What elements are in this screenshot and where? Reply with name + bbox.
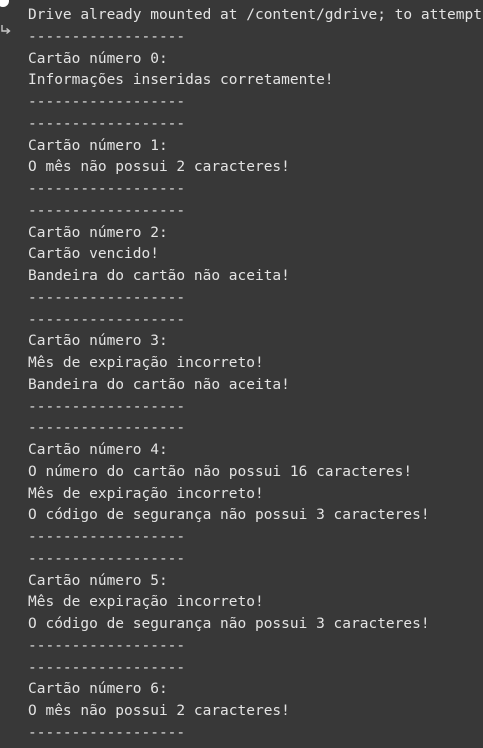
output-line: ------------------ xyxy=(28,550,186,567)
cell-output-area: Drive already mounted at /content/gdrive… xyxy=(0,0,483,748)
output-line: ------------------ xyxy=(28,529,186,545)
output-line: O código de segurança não possui 3 carac… xyxy=(28,507,430,524)
output-line: Cartão número 1: xyxy=(28,137,168,154)
output-line: O código de segurança não possui 3 carac… xyxy=(28,616,430,632)
output-line: Bandeira do cartão não aceita! xyxy=(28,268,290,284)
output-text: Drive already mounted at /content/gdrive… xyxy=(28,5,483,745)
output-line: Cartão número 3: xyxy=(28,333,168,350)
output-line: ------------------ xyxy=(28,659,186,676)
output-line: ------------------ xyxy=(28,94,186,110)
output-line: Cartão número 0: xyxy=(28,50,168,67)
output-line: Cartão número 2: xyxy=(28,224,168,241)
output-line: Mês de expiração incorreto! xyxy=(28,485,264,502)
output-line: ------------------ xyxy=(28,115,186,132)
output-line: ------------------ xyxy=(28,202,186,219)
output-line: ------------------ xyxy=(28,289,186,306)
output-line: Cartão número 6: xyxy=(28,681,168,698)
run-indicator-icon[interactable] xyxy=(0,0,9,7)
output-line: Cartão número 5: xyxy=(28,572,168,589)
output-redirect-icon[interactable] xyxy=(0,24,12,38)
output-gutter xyxy=(0,0,24,748)
output-line: ------------------ xyxy=(28,637,186,654)
output-line: O mês não possui 2 caracteres! xyxy=(28,159,290,176)
output-line: Mês de expiração incorreto! xyxy=(28,594,264,611)
output-line: ------------------ xyxy=(28,724,186,741)
output-line: O mês não possui 2 caracteres! xyxy=(28,703,290,719)
output-line: Mês de expiração incorreto! xyxy=(28,355,264,371)
output-line: Drive already mounted at /content/gdrive… xyxy=(28,7,482,23)
output-line: Bandeira do cartão não aceita! xyxy=(28,376,290,393)
output-line: ------------------ xyxy=(28,181,186,197)
output-line: ------------------ xyxy=(28,398,186,415)
output-line: ------------------ xyxy=(28,311,186,328)
output-line: ------------------ xyxy=(28,28,186,45)
output-line: ------------------ xyxy=(28,420,186,437)
output-line: Cartão vencido! xyxy=(28,246,159,263)
output-line: Cartão número 4: xyxy=(28,442,168,458)
output-line: O número do cartão não possui 16 caracte… xyxy=(28,463,413,480)
output-line: Informações inseridas corretamente! xyxy=(28,72,334,89)
